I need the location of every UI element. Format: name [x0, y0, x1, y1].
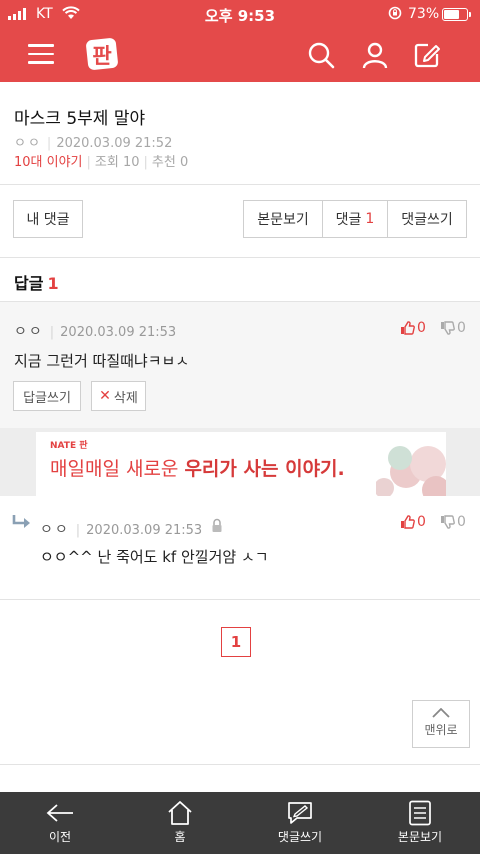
nav-home[interactable]: 홈 [120, 792, 240, 854]
post-date: 2020.03.09 21:52 [56, 136, 173, 151]
thumbs-up-icon [401, 515, 415, 529]
bottom-nav: 이전 홈 댓글쓰기 본문보기 [0, 792, 480, 854]
divider [0, 184, 480, 185]
post-meta: ㅇㅇ | 2020.03.09 21:52 [14, 136, 173, 151]
my-comments-button[interactable]: 내 댓글 [13, 200, 83, 238]
reply-button[interactable]: 답글쓰기 [13, 381, 81, 411]
write-comment-button[interactable]: 댓글쓰기 [387, 200, 467, 238]
chevron-up-icon [432, 708, 450, 718]
nav-home-label: 홈 [174, 830, 186, 844]
status-bar: KT 오후 9:53 73% [0, 0, 480, 28]
comments-count: 1 [365, 211, 375, 227]
pann-logo[interactable]: 판 [84, 36, 120, 72]
comment-write-icon [288, 802, 312, 824]
delete-label: 삭제 [113, 390, 138, 406]
like-button[interactable]: 0 [400, 320, 426, 336]
subreply-dislike-button[interactable]: 0 [440, 514, 466, 530]
app-header: 판 [0, 28, 480, 82]
subreply-text: ㅇㅇ^^ 난 죽어도 kf 안낄거얌 ㅅㄱ [40, 548, 269, 566]
subreply-nick: ㅇㅇ [40, 522, 70, 538]
nav-view-post-label: 본문보기 [397, 830, 443, 844]
lock-icon [211, 518, 223, 537]
nav-write-comment-label: 댓글쓰기 [277, 830, 323, 844]
nav-write-comment[interactable]: 댓글쓰기 [240, 792, 360, 854]
nav-back[interactable]: 이전 [0, 792, 120, 854]
ad-copy: 매일매일 새로운 우리가 사는 이야기. [50, 454, 345, 481]
replies-heading-label: 답글 [14, 274, 44, 293]
subreply-dislike-count: 0 [457, 514, 466, 530]
post-stats: 10대 이야기 | 조회 10 | 추천 0 [14, 155, 189, 170]
nav-back-label: 이전 [48, 830, 72, 844]
divider [0, 599, 480, 600]
reply-arrow-icon [12, 514, 34, 534]
menu-icon[interactable] [28, 44, 54, 64]
view-post-button[interactable]: 본문보기 [243, 200, 323, 238]
ad-copy-bold: 우리가 사는 이야기. [184, 458, 345, 480]
thumbs-down-icon [441, 321, 455, 335]
post-title: 마스크 5부제 말야 [14, 109, 146, 129]
like-count: 0 [417, 320, 426, 336]
search-icon[interactable] [306, 40, 336, 70]
delete-x-icon: ✕ [99, 388, 111, 404]
subreply-like-button[interactable]: 0 [400, 514, 426, 530]
back-arrow-icon [46, 804, 73, 822]
subreply-like-count: 0 [417, 514, 426, 530]
subreply-date: 2020.03.09 21:53 [86, 523, 203, 538]
replies-heading: 답글 1 [14, 270, 59, 294]
home-icon [168, 801, 192, 825]
battery-icon [442, 8, 471, 21]
comment-date: 2020.03.09 21:53 [60, 325, 177, 340]
page-1-button[interactable]: 1 [221, 627, 251, 657]
delete-button[interactable]: ✕ 삭제 [91, 381, 146, 411]
post-author: ㅇㅇ [14, 136, 42, 151]
subreply-meta: ㅇㅇ | 2020.03.09 21:53 [40, 522, 203, 538]
document-icon [409, 800, 431, 826]
battery-percent: 73% [408, 6, 440, 22]
ad-banner[interactable]: NATE 판 매일매일 새로운 우리가 사는 이야기. [36, 432, 446, 496]
dislike-button[interactable]: 0 [440, 320, 466, 336]
svg-text:판: 판 [92, 44, 111, 68]
post-category[interactable]: 10대 이야기 [14, 155, 83, 170]
comments-button[interactable]: 댓글 1 [322, 200, 388, 238]
comment-nick: ㅇㅇ [14, 324, 44, 340]
rotation-lock-icon [388, 6, 402, 24]
ad-copy-plain: 매일매일 새로운 [50, 458, 185, 480]
comment-text: 지금 그런거 따질때냐ㅋㅂㅅ [14, 352, 190, 370]
comments-label: 댓글 [335, 212, 362, 228]
dislike-count: 0 [457, 320, 466, 336]
post-recommend: 추천 0 [151, 155, 189, 170]
write-icon[interactable] [412, 40, 442, 70]
replies-count: 1 [47, 274, 59, 293]
ad-brand: NATE 판 [50, 441, 88, 451]
user-icon[interactable] [360, 40, 390, 70]
back-to-top-button[interactable]: 맨위로 [412, 700, 470, 748]
back-to-top-label: 맨위로 [424, 723, 458, 737]
nav-view-post[interactable]: 본문보기 [360, 792, 480, 854]
comment-meta: ㅇㅇ | 2020.03.09 21:53 [14, 324, 177, 340]
divider [0, 764, 480, 765]
thumbs-up-icon [401, 321, 415, 335]
divider [0, 257, 480, 258]
pearls-image [376, 446, 446, 496]
comment-item: ㅇㅇ | 2020.03.09 21:53 0 0 지금 그런거 따질때냐ㅋㅂㅅ 답… [0, 302, 480, 428]
thumbs-down-icon [441, 515, 455, 529]
post-views: 조회 10 [94, 155, 140, 170]
